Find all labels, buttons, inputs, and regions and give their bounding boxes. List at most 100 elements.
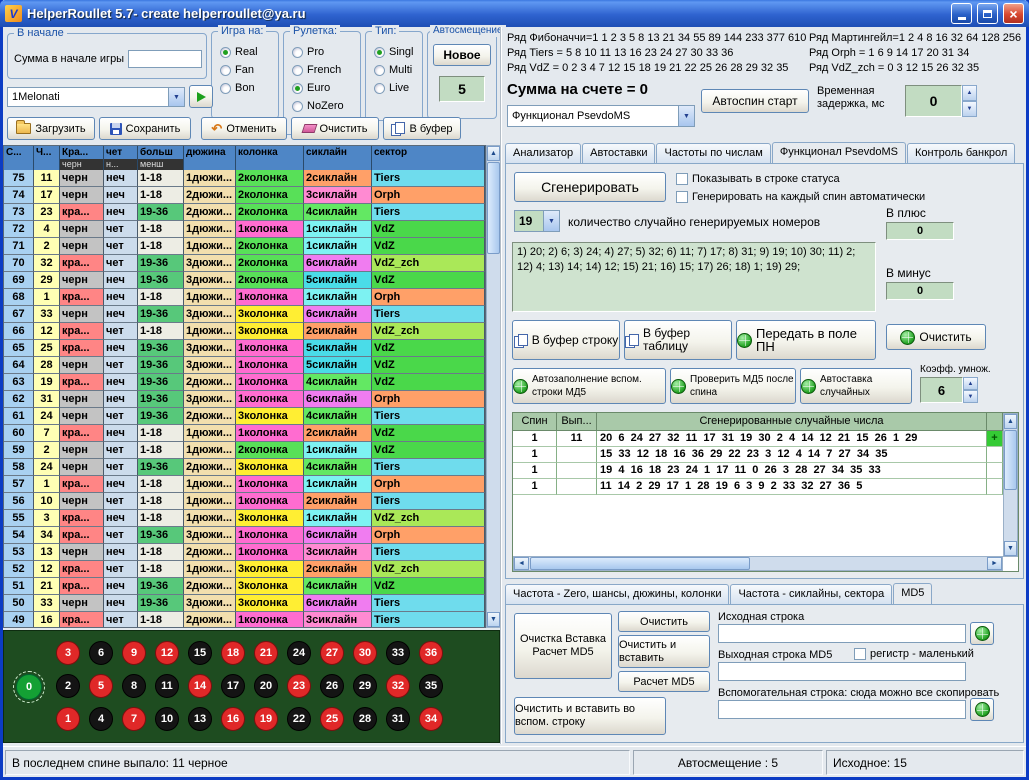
- board-number-27[interactable]: 27: [320, 641, 344, 665]
- history-row[interactable]: 7323кра...неч19-362дюжи...2колонка4сикла…: [4, 204, 485, 221]
- history-row[interactable]: 5033черннеч19-363дюжи...3колонка6сиклайн…: [4, 595, 485, 612]
- board-number-0[interactable]: 0: [16, 674, 42, 700]
- maximize-button[interactable]: [977, 3, 998, 24]
- board-number-18[interactable]: 18: [221, 641, 245, 665]
- board-number-1[interactable]: 1: [56, 707, 80, 731]
- history-row[interactable]: 6319кра...неч19-362дюжи...1колонка4сикла…: [4, 374, 485, 391]
- show-in-status-checkbox[interactable]: Показывать в строке статуса: [676, 173, 840, 185]
- history-row[interactable]: 592чернчет1-181дюжи...2колонка1сиклайнVd…: [4, 442, 485, 459]
- scroll-up-icon[interactable]: [487, 146, 500, 161]
- scroll-thumb[interactable]: [487, 162, 500, 254]
- scroll-left-icon[interactable]: [514, 557, 529, 570]
- board-number-16[interactable]: 16: [221, 707, 245, 731]
- autospin-start-button[interactable]: Автоспин старт: [701, 89, 809, 113]
- history-row[interactable]: 681кра...неч1-181дюжи...1колонка1сиклайн…: [4, 289, 485, 306]
- scroll-down-icon[interactable]: [1004, 541, 1017, 556]
- undo-button[interactable]: Отменить: [201, 117, 287, 140]
- gen-row[interactable]: 119 4 16 18 23 24 1 17 11 0 26 3 28 27 3…: [513, 463, 1003, 479]
- history-row[interactable]: 6612кра...чет1-181дюжи...3колонка2сиклай…: [4, 323, 485, 340]
- check-md5-button[interactable]: Проверить МД5 после спина: [670, 368, 796, 404]
- board-number-31[interactable]: 31: [386, 707, 410, 731]
- history-row[interactable]: 6929черннеч19-363дюжи...2колонка5сиклайн…: [4, 272, 485, 289]
- checkbox-icon[interactable]: [676, 191, 688, 203]
- tab-md5[interactable]: MD5: [893, 583, 932, 605]
- history-row[interactable]: 7032кра...чет19-363дюжи...2колонка6сикла…: [4, 255, 485, 272]
- radio-multi[interactable]: Multi: [374, 64, 420, 76]
- send-to-pn-button[interactable]: Передать в поле ПН: [736, 320, 876, 360]
- board-number-3[interactable]: 3: [56, 641, 80, 665]
- source-globe-button[interactable]: [970, 622, 994, 645]
- history-row[interactable]: 724чернчет1-181дюжи...1колонка1сиклайнVd…: [4, 221, 485, 238]
- generated-table-hscrollbar[interactable]: [513, 556, 1003, 571]
- gen-row[interactable]: 115 33 12 18 16 36 29 22 23 3 12 4 14 7 …: [513, 447, 1003, 463]
- board-number-5[interactable]: 5: [89, 674, 113, 698]
- md5-clear-paste-calc-button[interactable]: Очистка Вставка Расчет MD5: [514, 613, 612, 679]
- radio-real[interactable]: Real: [220, 46, 276, 58]
- board-number-19[interactable]: 19: [254, 707, 278, 731]
- board-number-9[interactable]: 9: [122, 641, 146, 665]
- history-row[interactable]: 5434кра...чет19-363дюжи...1колонка6сикла…: [4, 527, 485, 544]
- board-number-6[interactable]: 6: [89, 641, 113, 665]
- radio-dot[interactable]: [220, 83, 231, 94]
- board-number-2[interactable]: 2: [56, 674, 80, 698]
- clear-generated-button[interactable]: Очистить: [886, 324, 986, 350]
- history-row[interactable]: 5824чернчет19-362дюжи...3колонка4сиклайн…: [4, 459, 485, 476]
- board-number-32[interactable]: 32: [386, 674, 410, 698]
- play-button[interactable]: [189, 85, 213, 108]
- board-number-4[interactable]: 4: [89, 707, 113, 731]
- board-number-24[interactable]: 24: [287, 641, 311, 665]
- board-number-22[interactable]: 22: [287, 707, 311, 731]
- chevron-down-icon[interactable]: [678, 106, 694, 126]
- history-row[interactable]: 6733черннеч19-363дюжи...3колонка6сиклайн…: [4, 306, 485, 323]
- tab-автоставки[interactable]: Автоставки: [582, 143, 655, 164]
- md5-clear-paste-aux-button[interactable]: Очистить и вставить во вспом. строку: [514, 697, 666, 735]
- radio-dot[interactable]: [374, 47, 385, 58]
- output-md5-input[interactable]: [718, 662, 966, 681]
- radio-dot[interactable]: [220, 47, 231, 58]
- load-button[interactable]: Загрузить: [7, 117, 95, 140]
- board-number-36[interactable]: 36: [419, 641, 443, 665]
- history-row[interactable]: 6525кра...неч19-363дюжи...1колонка5сикла…: [4, 340, 485, 357]
- source-string-input[interactable]: [718, 624, 966, 643]
- board-number-15[interactable]: 15: [188, 641, 212, 665]
- scroll-right-icon[interactable]: [987, 557, 1002, 570]
- generate-each-spin-checkbox[interactable]: Генерировать на каждый спин автоматическ…: [676, 191, 925, 203]
- history-row[interactable]: 712чернчет1-181дюжи...2колонка1сиклайнVd…: [4, 238, 485, 255]
- board-number-8[interactable]: 8: [122, 674, 146, 698]
- board-number-35[interactable]: 35: [419, 674, 443, 698]
- history-row[interactable]: 6428чернчет19-363дюжи...1колонка5сиклайн…: [4, 357, 485, 374]
- board-number-33[interactable]: 33: [386, 641, 410, 665]
- gen-row[interactable]: 111 14 2 29 17 1 28 19 6 3 9 2 33 32 27 …: [513, 479, 1003, 495]
- radio-dot[interactable]: [374, 83, 385, 94]
- board-number-34[interactable]: 34: [419, 707, 443, 731]
- tab-анализатор[interactable]: Анализатор: [505, 143, 581, 164]
- coeff-stepper[interactable]: 6: [920, 377, 978, 403]
- board-number-20[interactable]: 20: [254, 674, 278, 698]
- copy-to-buffer-button[interactable]: В буфер: [383, 117, 461, 140]
- close-button[interactable]: [1003, 3, 1024, 24]
- generate-button[interactable]: Сгенерировать: [514, 172, 666, 202]
- delay-stepper[interactable]: 0: [905, 85, 977, 117]
- checkbox-icon[interactable]: [676, 173, 688, 185]
- md5-calc-button[interactable]: Расчет MD5: [618, 671, 710, 692]
- radio-dot[interactable]: [220, 65, 231, 76]
- board-number-25[interactable]: 25: [320, 707, 344, 731]
- history-row[interactable]: 5610чернчет1-181дюжи...1колонка2сиклайнT…: [4, 493, 485, 510]
- md5-clear-button[interactable]: Очистить: [618, 611, 710, 632]
- radio-pro[interactable]: Pro: [292, 46, 358, 58]
- scroll-thumb[interactable]: [530, 557, 750, 570]
- history-row[interactable]: 607кра...неч1-181дюжи...1колонка2сиклайн…: [4, 425, 485, 442]
- history-row[interactable]: 4916кра...чет1-182дюжи...1колонка3сиклай…: [4, 612, 485, 628]
- board-number-30[interactable]: 30: [353, 641, 377, 665]
- buffer-table-button[interactable]: В буфер таблицу: [624, 320, 732, 360]
- radio-singl[interactable]: Singl: [374, 46, 420, 58]
- scroll-track[interactable]: [1004, 429, 1017, 541]
- minimize-button[interactable]: [951, 3, 972, 24]
- history-row[interactable]: 6124чернчет19-362дюжи...3колонка4сиклайн…: [4, 408, 485, 425]
- radio-fan[interactable]: Fan: [220, 64, 276, 76]
- history-row[interactable]: 5313черннеч1-182дюжи...1колонка3сиклайнT…: [4, 544, 485, 561]
- autobet-random-button[interactable]: Автоставка случайных: [800, 368, 912, 404]
- radio-dot[interactable]: [292, 47, 303, 58]
- history-row[interactable]: 5212кра...чет1-181дюжи...3колонка2сиклай…: [4, 561, 485, 578]
- chevron-down-icon[interactable]: [543, 211, 559, 231]
